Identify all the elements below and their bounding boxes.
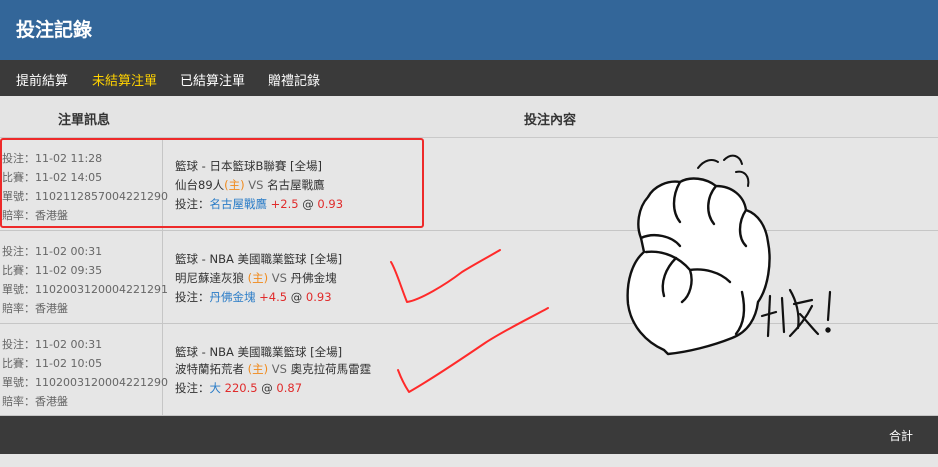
table-row: 投注：11-02 00:31 比賽：11-02 09:35 單號：1102003… — [0, 231, 938, 324]
vs-label: VS — [248, 178, 264, 192]
tab-early-settlement[interactable]: 提前結算 — [16, 70, 68, 89]
column-header-info: 注單訊息 — [58, 113, 111, 128]
home-team: 明尼蘇達灰狼 — [175, 271, 244, 285]
bet-selection: 投注：丹佛金塊 +4.5 @ 0.93 — [175, 289, 332, 305]
tab-unsettled[interactable]: 未結算注單 — [92, 70, 157, 89]
bet-time: 投注：11-02 00:31 — [2, 245, 103, 258]
bet-label: 投注： — [175, 290, 210, 304]
tab-bar: 提前結算 未結算注單 已結算注單 贈禮記錄 — [0, 60, 938, 96]
matchup: 波特蘭拓荒者 (主) VS 奧克拉荷馬雷霆 — [175, 361, 371, 377]
page-title: 投注記錄 — [16, 19, 93, 41]
league-name: 籃球 - NBA 美國職業籃球 [全場] — [175, 345, 343, 359]
bet-time: 投注：11-02 11:28 — [2, 152, 103, 165]
at-sign: @ — [290, 290, 303, 304]
summary-bar: 合計 — [0, 416, 938, 454]
slip-number: 單號：1102003120004221290 — [2, 376, 168, 389]
handicap-line: +2.5 — [270, 197, 299, 211]
matchup: 仙台89人(主) VS 名古屋戰鷹 — [175, 177, 325, 193]
match-time: 比賽：11-02 14:05 — [2, 171, 103, 184]
vs-label: VS — [271, 362, 287, 376]
odds-type: 賠率：香港盤 — [2, 209, 68, 222]
bet-label: 投注： — [175, 197, 210, 211]
odds-value: 0.87 — [276, 381, 303, 395]
match-time: 比賽：11-02 09:35 — [2, 264, 103, 277]
home-tag: (主) — [224, 178, 245, 192]
table-header: 注單訊息 投注內容 — [0, 96, 938, 138]
league-name: 籃球 - NBA 美國職業籃球 [全場] — [175, 252, 343, 266]
bet-label: 投注： — [175, 381, 210, 395]
match-time: 比賽：11-02 10:05 — [2, 357, 103, 370]
odds-type: 賠率：香港盤 — [2, 302, 68, 315]
away-team: 奧克拉荷馬雷霆 — [290, 362, 372, 376]
slip-number: 單號：1102003120004221291 — [2, 283, 168, 296]
total-line: 220.5 — [224, 381, 258, 395]
odds-value: 0.93 — [317, 197, 344, 211]
home-team: 波特蘭拓荒者 — [175, 362, 244, 376]
home-team: 仙台89人 — [175, 178, 225, 192]
bottom-strip — [0, 454, 938, 467]
odds-value: 0.93 — [305, 290, 332, 304]
bet-selection: 投注：名古屋戰鷹 +2.5 @ 0.93 — [175, 196, 343, 212]
bet-time: 投注：11-02 00:31 — [2, 338, 103, 351]
tab-gift-records[interactable]: 贈禮記錄 — [268, 70, 320, 89]
matchup: 明尼蘇達灰狼 (主) VS 丹佛金塊 — [175, 270, 337, 286]
home-tag: (主) — [247, 362, 269, 376]
vs-label: VS — [271, 271, 287, 285]
home-tag: (主) — [247, 271, 269, 285]
selection: 丹佛金塊 — [209, 290, 256, 304]
slip-number: 單號：1102112857004221290 — [2, 190, 168, 203]
page-header: 投注記錄 — [0, 0, 938, 60]
table-row: 投注：11-02 00:31 比賽：11-02 10:05 單號：1102003… — [0, 324, 938, 416]
bet-info-cell: 投注：11-02 00:31 比賽：11-02 10:05 單號：1102003… — [0, 324, 168, 415]
odds-type: 賠率：香港盤 — [2, 395, 68, 408]
column-header-content: 投注內容 — [524, 113, 577, 128]
league-name: 籃球 - 日本籃球B聯賽 [全場] — [175, 159, 322, 173]
away-team: 丹佛金塊 — [290, 271, 337, 285]
selection: 大 — [209, 381, 222, 395]
away-team: 名古屋戰鷹 — [267, 178, 325, 192]
selection: 名古屋戰鷹 — [209, 197, 268, 211]
at-sign: @ — [261, 381, 273, 395]
handicap-line: +4.5 — [259, 290, 288, 304]
at-sign: @ — [302, 197, 314, 211]
bet-info-cell: 投注：11-02 11:28 比賽：11-02 14:05 單號：1102112… — [0, 138, 168, 230]
bet-info-cell: 投注：11-02 00:31 比賽：11-02 09:35 單號：1102003… — [0, 231, 168, 323]
table-row: 投注：11-02 11:28 比賽：11-02 14:05 單號：1102112… — [0, 138, 938, 231]
total-label: 合計 — [889, 429, 914, 443]
tab-settled[interactable]: 已結算注單 — [180, 70, 245, 89]
bet-selection: 投注：大 220.5 @ 0.87 — [175, 380, 302, 396]
